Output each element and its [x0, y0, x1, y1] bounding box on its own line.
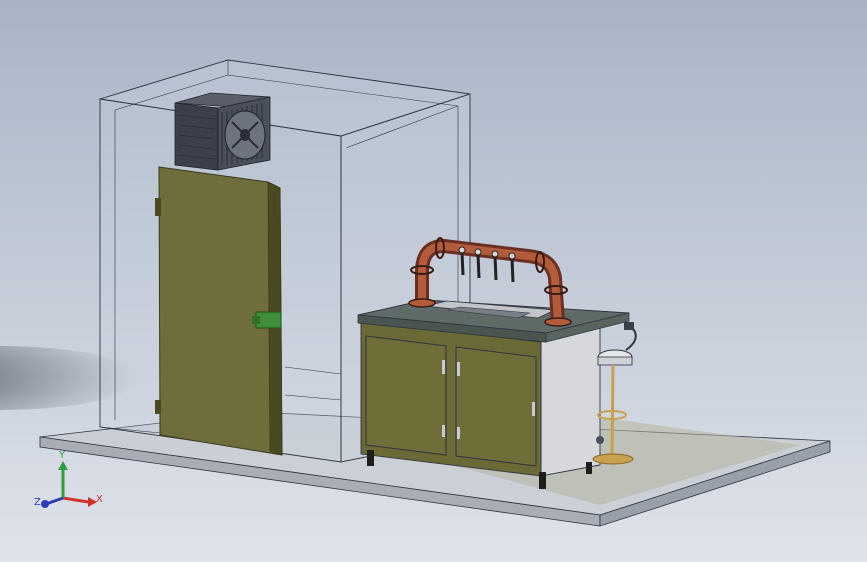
counter-side-panel — [540, 325, 601, 477]
tap-2-icon[interactable] — [476, 253, 481, 279]
tap-3-icon[interactable] — [493, 255, 498, 281]
counter-door-left-handle[interactable] — [442, 360, 445, 374]
counter-door-left[interactable] — [365, 335, 447, 456]
stool-seat-side — [597, 356, 633, 366]
counter-door-right-handle[interactable] — [457, 362, 460, 376]
condenser-front — [174, 102, 219, 171]
stool-backrest-pad — [624, 322, 634, 330]
tap-4-icon[interactable] — [510, 257, 515, 283]
axis-z-label: Z — [34, 497, 41, 508]
counter-door-right[interactable] — [455, 346, 537, 467]
tower-base-left — [408, 298, 436, 308]
cad-viewport[interactable]: X Y Z — [0, 0, 867, 562]
counter-side-fitting — [596, 436, 604, 444]
counter-door-left-handle-2 — [442, 425, 445, 437]
door-panel — [158, 166, 283, 456]
tap-1-icon[interactable] — [460, 251, 465, 276]
counter-side-handle — [532, 402, 535, 416]
counter-foot-3 — [586, 462, 592, 474]
axis-z-arrow-icon — [41, 500, 49, 508]
counter-door-right-handle-2 — [457, 427, 460, 439]
door-hinge-bottom — [155, 400, 161, 414]
door-hinge-top — [155, 198, 161, 216]
counter-foot-1 — [367, 450, 374, 466]
door-handle-lever — [252, 316, 260, 324]
counter-foot-2 — [539, 472, 546, 489]
condenser-unit[interactable] — [174, 92, 271, 171]
stool-base — [592, 453, 634, 465]
axis-x-label: X — [96, 494, 103, 505]
tower-base-right — [544, 317, 572, 327]
axis-y-label: Y — [58, 450, 66, 461]
cold-room-door[interactable] — [155, 166, 283, 456]
